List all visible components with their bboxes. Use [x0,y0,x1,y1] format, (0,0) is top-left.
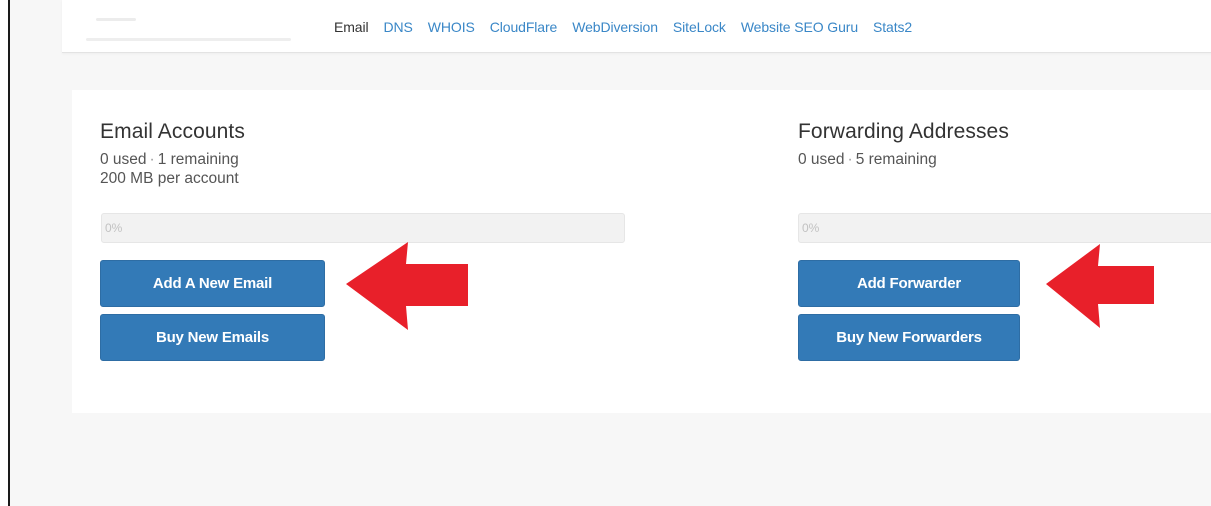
email-remaining-count: 1 remaining [157,151,239,168]
nav-whois[interactable]: WHOIS [428,19,475,35]
usage-separator: · [847,151,853,168]
forwarding-section: Forwarding Addresses 0 used · 5 remaining [798,120,1009,169]
forwarding-progress-label: 0% [802,221,820,235]
faded-logo [86,16,296,42]
email-quota: 200 MB per account [100,170,239,187]
nav-stats2[interactable]: Stats2 [873,19,912,35]
buy-new-forwarders-button[interactable]: Buy New Forwarders [798,314,1020,361]
forwarding-used-count: 0 used [798,151,845,168]
email-panel: Email Accounts 0 used · 1 remaining 200 MB… [72,90,1211,413]
service-nav: Email DNS WHOIS CloudFlare WebDiversion … [334,19,912,35]
forwarding-title: Forwarding Addresses [798,120,1009,143]
add-new-email-button[interactable]: Add A New Email [100,260,325,307]
nav-email[interactable]: Email [334,19,369,35]
email-accounts-title: Email Accounts [100,120,245,143]
email-accounts-progress-bar: 0% [101,213,625,243]
forwarding-progress-bar: 0% [798,213,1211,243]
nav-sitelock[interactable]: SiteLock [673,19,726,35]
forwarding-remaining-count: 5 remaining [855,151,937,168]
email-accounts-usage: 0 used · 1 remaining 200 MB per account [100,150,245,188]
nav-cloudflare[interactable]: CloudFlare [490,19,558,35]
page-frame: Email DNS WHOIS CloudFlare WebDiversion … [8,0,1211,506]
forwarding-usage: 0 used · 5 remaining [798,150,1009,169]
add-forwarder-button[interactable]: Add Forwarder [798,260,1020,307]
red-arrow-left-icon [1046,244,1154,328]
top-navigation-bar: Email DNS WHOIS CloudFlare WebDiversion … [62,0,1211,53]
buy-new-emails-button[interactable]: Buy New Emails [100,314,325,361]
usage-separator: · [149,151,155,168]
nav-website-seo-guru[interactable]: Website SEO Guru [741,19,858,35]
email-accounts-section: Email Accounts 0 used · 1 remaining 200 MB… [100,120,245,188]
email-used-count: 0 used [100,151,147,168]
red-arrow-left-icon [346,242,468,330]
nav-webdiversion[interactable]: WebDiversion [572,19,658,35]
nav-dns[interactable]: DNS [384,19,413,35]
email-progress-label: 0% [105,221,123,235]
